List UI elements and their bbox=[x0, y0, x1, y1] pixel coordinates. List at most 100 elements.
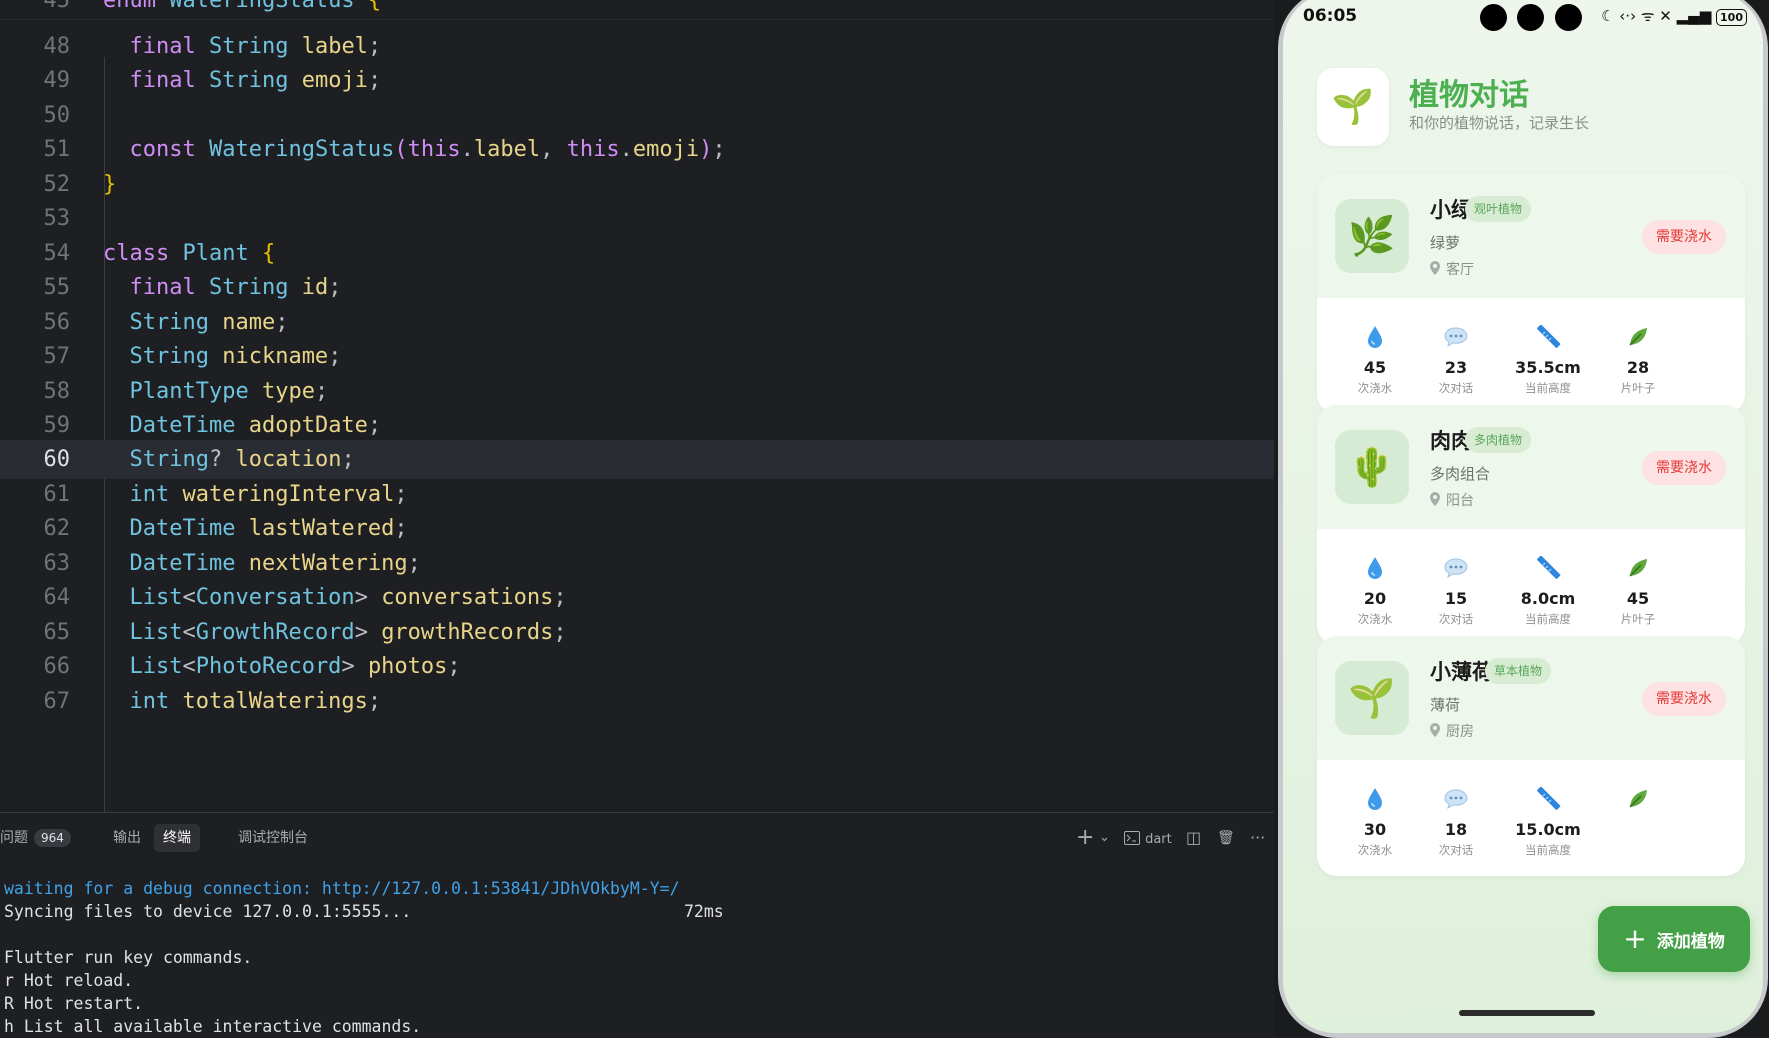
code-token: name bbox=[222, 309, 276, 335]
plant-stat: 35.5cm 当前高度 bbox=[1503, 324, 1593, 396]
code-line-current[interactable]: 60 String? location; bbox=[0, 440, 1274, 480]
code-text: final String label; bbox=[103, 27, 382, 66]
plant-card-header: 🌵 肉肉 多肉植物 多肉组合 阳台 需要浇水 bbox=[1317, 405, 1745, 529]
code-token: adoptDate bbox=[248, 412, 368, 438]
code-token: ; bbox=[712, 137, 726, 163]
code-line[interactable]: 48 final String label; bbox=[0, 27, 1274, 66]
code-line[interactable]: 65 List<GrowthRecord> growthRecords; bbox=[0, 613, 1274, 652]
terminal-shell-selector[interactable]: dart bbox=[1124, 827, 1172, 849]
code-token: WateringStatus bbox=[208, 137, 395, 163]
code-text: final String id; bbox=[103, 268, 342, 307]
line-number: 60 bbox=[43, 447, 71, 473]
plant-stat-value: 20 bbox=[1363, 589, 1387, 608]
plant-species: 绿萝 bbox=[1430, 234, 1461, 252]
code-line[interactable]: 58 PlantType type; bbox=[0, 372, 1274, 411]
line-number: 50 bbox=[43, 102, 71, 128]
plant-category-tag: 多肉植物 bbox=[1465, 427, 1532, 453]
plant-stat-label: 次浇水 bbox=[1357, 612, 1393, 626]
code-token: ; bbox=[447, 654, 461, 680]
sprout-icon: 🌱 bbox=[1331, 87, 1375, 127]
code-token: PlantType bbox=[129, 378, 262, 404]
code-line[interactable]: 63 DateTime nextWatering; bbox=[0, 544, 1274, 583]
needs-water-badge[interactable]: 需要浇水 bbox=[1642, 220, 1726, 254]
code-token: < bbox=[182, 585, 196, 611]
line-number: 58 bbox=[43, 378, 71, 404]
code-line[interactable]: 51 const WateringStatus(this.label, this… bbox=[0, 130, 1274, 169]
code-token: id bbox=[301, 275, 329, 301]
code-line[interactable]: 57 String nickname; bbox=[0, 337, 1274, 376]
code-line[interactable]: 52} bbox=[0, 165, 1274, 204]
code-line[interactable]: 59 DateTime adoptDate; bbox=[0, 406, 1274, 445]
code-line[interactable]: 61 int wateringInterval; bbox=[0, 475, 1274, 514]
plant-location: 厨房 bbox=[1430, 721, 1474, 741]
plus-icon: + bbox=[1623, 922, 1647, 955]
code-line[interactable]: 50 bbox=[0, 96, 1274, 135]
code-line[interactable]: 55 final String id; bbox=[0, 268, 1274, 307]
code-line[interactable]: 56 String name; bbox=[0, 303, 1274, 342]
terminal-output[interactable]: waiting for a debug connection: http://1… bbox=[4, 877, 724, 1038]
plant-stat-value: 23 bbox=[1444, 358, 1468, 377]
terminal-waiting-prefix: waiting for a debug connection: bbox=[4, 879, 322, 898]
add-terminal-icon[interactable]: + bbox=[1076, 827, 1094, 849]
code-line[interactable]: 64 List<Conversation> conversations; bbox=[0, 578, 1274, 617]
ruler-icon bbox=[1503, 786, 1593, 812]
needs-water-badge[interactable]: 需要浇水 bbox=[1642, 451, 1726, 485]
tab-terminal[interactable]: 终端 bbox=[154, 824, 200, 852]
plant-card[interactable]: 🌿 小绿 观叶植物 绿萝 客厅 需要浇水 45 次浇水 23 次对话 35.5cm 当前高度 28 片叶子 bbox=[1317, 174, 1745, 414]
tab-problems[interactable]: 问题 964 bbox=[0, 824, 80, 852]
code-token: totalWaterings bbox=[182, 688, 368, 714]
plant-stat-label: 片叶子 bbox=[1620, 612, 1656, 626]
code-text: } bbox=[103, 165, 116, 204]
code-token: final bbox=[129, 275, 209, 301]
debug-url-link[interactable]: http://127.0.0.1:53841/JDhVOkbyM-Y=/ bbox=[322, 879, 680, 898]
code-token: ; bbox=[328, 344, 342, 370]
more-actions-icon[interactable]: ··· bbox=[1250, 827, 1265, 849]
phone-emulator: 06:05 ☾ ‹·› ᯤ ✕ ▂▄▆ 100 🌱 植物对话 和你的植物说话，记… bbox=[1274, 0, 1769, 1038]
add-plant-button[interactable]: + 添加植物 bbox=[1598, 906, 1750, 972]
line-number: 57 bbox=[43, 344, 71, 370]
plant-stat-label: 次浇水 bbox=[1357, 843, 1393, 857]
code-line[interactable]: 49 final String emoji; bbox=[0, 61, 1274, 100]
code-line[interactable]: 53 bbox=[0, 199, 1274, 238]
code-token: String bbox=[208, 68, 302, 94]
status-icons: ☾ ‹·› ᯤ ✕ ▂▄▆ 100 bbox=[1601, 6, 1747, 26]
code-token: ( bbox=[394, 137, 408, 163]
plant-card[interactable]: 🌵 肉肉 多肉植物 多肉组合 阳台 需要浇水 20 次浇水 15 次对话 8.0cm 当前高度 45 片叶… bbox=[1317, 405, 1745, 645]
line-number: 54 bbox=[43, 240, 71, 266]
tab-output[interactable]: 输出 bbox=[104, 824, 150, 852]
app-subtitle: 和你的植物说话，记录生长 bbox=[1409, 114, 1590, 132]
split-terminal-icon[interactable]: ◫ bbox=[1186, 827, 1201, 849]
code-line[interactable]: 62 DateTime lastWatered; bbox=[0, 509, 1274, 548]
code-line[interactable]: 67 int totalWaterings; bbox=[0, 682, 1274, 721]
line-number: 49 bbox=[43, 68, 71, 94]
code-token: ; bbox=[553, 619, 567, 645]
code-token: enum bbox=[103, 0, 170, 13]
line-number: 62 bbox=[43, 516, 71, 542]
code-token: < bbox=[182, 654, 196, 680]
plant-thumbnail: 🌵 bbox=[1335, 430, 1409, 504]
code-editor[interactable]: 45 enum WateringStatus { 48 final String … bbox=[0, 0, 1274, 812]
chevron-down-icon[interactable]: ⌄ bbox=[1099, 827, 1110, 849]
code-line[interactable]: 54 class Plant { bbox=[0, 234, 1274, 273]
code-token: class bbox=[103, 240, 183, 266]
camera-cutout bbox=[1555, 4, 1582, 31]
plant-category-tag: 观叶植物 bbox=[1465, 196, 1532, 222]
code-text: String nickname; bbox=[103, 337, 342, 376]
code-text: String name; bbox=[103, 303, 289, 342]
plant-stat bbox=[1593, 786, 1683, 820]
plant-card[interactable]: 🌱 小薄荷 草本植物 薄荷 厨房 需要浇水 30 次浇水 18 次对话 15.0cm 当前高度 bbox=[1317, 636, 1745, 876]
needs-water-badge[interactable]: 需要浇水 bbox=[1642, 682, 1726, 716]
code-token: Plant bbox=[182, 240, 262, 266]
shell-label: dart bbox=[1145, 832, 1172, 847]
code-token: location bbox=[235, 447, 342, 473]
code-line[interactable]: 66 List<PhotoRecord> photos; bbox=[0, 647, 1274, 686]
home-indicator[interactable] bbox=[1459, 1010, 1595, 1016]
code-text: class Plant { bbox=[103, 234, 275, 273]
tab-debug-console[interactable]: 调试控制台 bbox=[229, 824, 317, 852]
trash-icon[interactable]: 🗑 bbox=[1217, 827, 1235, 849]
code-token: { bbox=[261, 240, 276, 266]
